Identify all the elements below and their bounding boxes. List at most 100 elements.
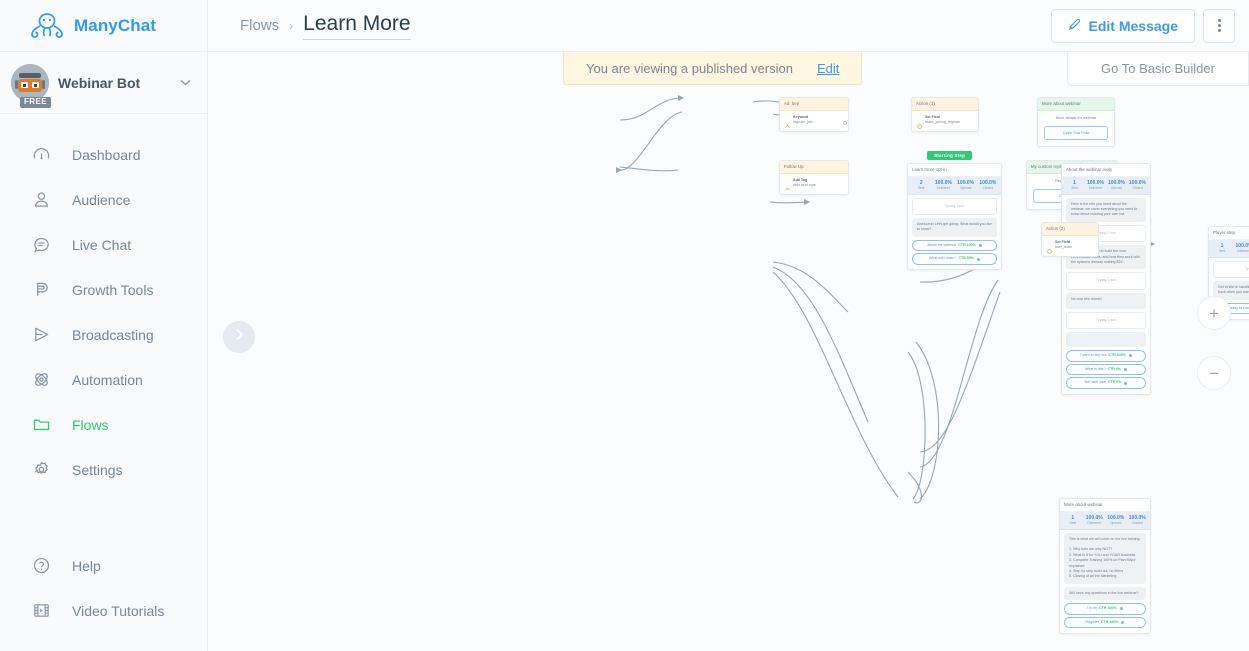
stat-opened: 100.0% Opened (1108, 179, 1125, 190)
typing-indicator: Typing 1 sec (1213, 260, 1249, 279)
collapse-panel-button[interactable] (223, 321, 255, 353)
stat-clicked: 100.0% Clicked (979, 179, 997, 190)
sidebar: ManyChat FREE Webinar Bot Dashboard Audi… (0, 0, 208, 651)
stat-sent: 2 Sent (917, 179, 925, 190)
sidebar-item-video-tutorials[interactable]: Video Tutorials (0, 588, 207, 633)
folder-icon (30, 414, 52, 436)
node-message: More details for webinar (1055, 115, 1097, 120)
go-to-basic-builder-button[interactable]: Go To Basic Builder (1067, 52, 1249, 86)
brand-name: ManyChat (74, 15, 157, 35)
node-title: Player step (1209, 227, 1249, 240)
stat-delivered: 100.0%Delivered (1085, 514, 1103, 525)
flow-node[interactable]: Action (1) Set Field video_joining_regis… (911, 97, 979, 132)
zoom-out-button[interactable]: − (1197, 356, 1231, 390)
robot-avatar-icon (11, 63, 49, 102)
node-trigger: Keyword register_join (780, 111, 848, 131)
banner-message: You are viewing a published version (586, 60, 793, 76)
sidebar-item-help[interactable]: Help (0, 543, 207, 588)
node-title: More about webinar (1038, 98, 1114, 111)
quick-reply-button[interactable]: I’m in! CTR 100% (1064, 603, 1146, 615)
typing-indicator: Typing 1 sec (1066, 311, 1146, 330)
brand[interactable]: ManyChat (0, 0, 207, 52)
sidebar-item-live-chat[interactable]: Live Chat (0, 222, 207, 267)
stat-delivered: 100.0%Delivered (1087, 179, 1104, 190)
chevron-down-icon[interactable] (180, 77, 191, 89)
sidebar-item-label: Settings (72, 461, 123, 478)
sidebar-item-growth-tools[interactable]: Growth Tools (0, 267, 207, 312)
bot-selector[interactable]: FREE Webinar Bot (0, 52, 207, 114)
message-bubble: Awesome! Let’s get going. What would you… (912, 218, 997, 237)
primary-navigation: Dashboard Audience Live Chat Growth Tool… (0, 114, 207, 492)
user-icon (30, 189, 52, 211)
node-title: Action (1) (912, 98, 978, 111)
send-icon (30, 324, 52, 346)
flow-node[interactable]: Learn more opt-in 2 Sent 100.0% Delivered … (907, 163, 1002, 271)
quick-reply-button[interactable]: I want to find out CTR 100% (1066, 350, 1146, 362)
stat-opened: 100.0% Opened (1107, 514, 1125, 525)
quick-reply-button[interactable]: Register CTR 100% (1064, 616, 1146, 629)
magnet-icon (30, 279, 52, 301)
set-field-icon (1047, 241, 1052, 254)
dashboard-icon (30, 144, 52, 166)
sidebar-item-settings[interactable]: Settings (0, 447, 207, 492)
stat-delivered: 100.0%Delivered (1235, 242, 1249, 253)
sidebar-item-flows[interactable]: Flows (0, 402, 207, 447)
trigger-value: video_joining_register (925, 119, 960, 124)
quick-reply-button[interactable]: About the webinar CTR 100% (912, 239, 997, 252)
quick-reply-button[interactable]: What will I learn? CTR 50% (912, 253, 997, 266)
sidebar-item-automation[interactable]: Automation (0, 357, 207, 402)
node-title: Action (2) (1042, 223, 1098, 236)
node-stats: 1Sent 100.0%Delivered 100.0%Opened 100.0… (1060, 511, 1150, 530)
topbar: Flows › Learn More Edit Message (208, 0, 1249, 52)
node-trigger: Set Field user_learn (1042, 236, 1098, 256)
flow-node[interactable]: Follow Up Add Tag user sent note (779, 160, 849, 195)
sidebar-item-audience[interactable]: Audience (0, 177, 207, 222)
banner-edit-link[interactable]: Edit (817, 61, 839, 76)
flow-node[interactable]: More about webinar 1 Sent 100.0% Delivered… (1059, 498, 1151, 635)
breadcrumb: Flows › Learn More (240, 12, 411, 40)
atom-icon (30, 369, 52, 391)
flow-node[interactable]: Ad: 5ep Keyword register_join (779, 97, 849, 132)
quick-reply-button[interactable]: What is this? CTR 0% (1066, 363, 1146, 376)
tag-icon (785, 179, 790, 190)
open-this-flow-button[interactable]: Open This Flow (1044, 125, 1108, 140)
sidebar-item-label: Dashboard (72, 146, 141, 163)
bot-name: Webinar Bot (58, 74, 141, 91)
node-port[interactable] (843, 120, 847, 125)
question-circle-icon (30, 555, 52, 577)
stat-opened: 100.0% Opened (957, 179, 975, 190)
app-root: ManyChat FREE Webinar Bot Dashboard Audi… (0, 0, 1249, 651)
stat-clicked: 100.0% Clicked (1128, 514, 1146, 525)
flow-canvas[interactable]: Ad: 5ep Keyword register_join Action (1)… (208, 52, 1249, 651)
zoom-in-button[interactable]: + (1197, 296, 1231, 330)
node-trigger: Set Field video_joining_register (912, 111, 978, 131)
trigger-value: register_join (793, 119, 813, 124)
set-field-icon (917, 116, 922, 129)
published-version-banner: You are viewing a published version Edit (563, 52, 863, 85)
flow-nodes: Ad: 5ep Keyword register_join Action (1)… (208, 52, 1249, 651)
more-vertical-icon[interactable] (1203, 8, 1235, 43)
chevron-right-icon (235, 328, 244, 346)
page-title[interactable]: Learn More (303, 12, 411, 40)
quick-reply-button[interactable]: Not sure now CTR 0% (1066, 377, 1146, 389)
starting-step-badge: Starting Step (927, 151, 973, 160)
chat-bubble-icon (30, 234, 52, 256)
edit-message-button[interactable]: Edit Message (1050, 8, 1195, 43)
sidebar-item-broadcasting[interactable]: Broadcasting (0, 312, 207, 357)
flow-node[interactable]: Action (2) Set Field user_learn (1041, 222, 1099, 257)
node-stats: 1Sent 100.0%Delivered 100.0%Opened 100.0… (1062, 176, 1150, 195)
sidebar-item-label: Broadcasting (72, 326, 154, 343)
sidebar-item-label: Help (72, 557, 101, 574)
stat-delivered: 100.0%Delivered (934, 179, 952, 190)
node-trigger: Add Tag user sent note (780, 174, 848, 194)
sidebar-item-label: Automation (72, 371, 143, 388)
flow-node[interactable]: More about webinar More details for webi… (1037, 97, 1115, 147)
breadcrumb-flows[interactable]: Flows (240, 17, 279, 34)
main-area: Flows › Learn More Edit Message Ad: 5ep … (208, 0, 1249, 651)
sidebar-item-dashboard[interactable]: Dashboard (0, 132, 207, 177)
plan-badge: FREE (20, 96, 51, 108)
flow-node[interactable]: About the webinar reply 1 Sent 100.0% Deli… (1061, 163, 1151, 395)
stat-sent: 1 Sent (1069, 514, 1077, 525)
node-title: About the webinar reply (1062, 164, 1150, 177)
